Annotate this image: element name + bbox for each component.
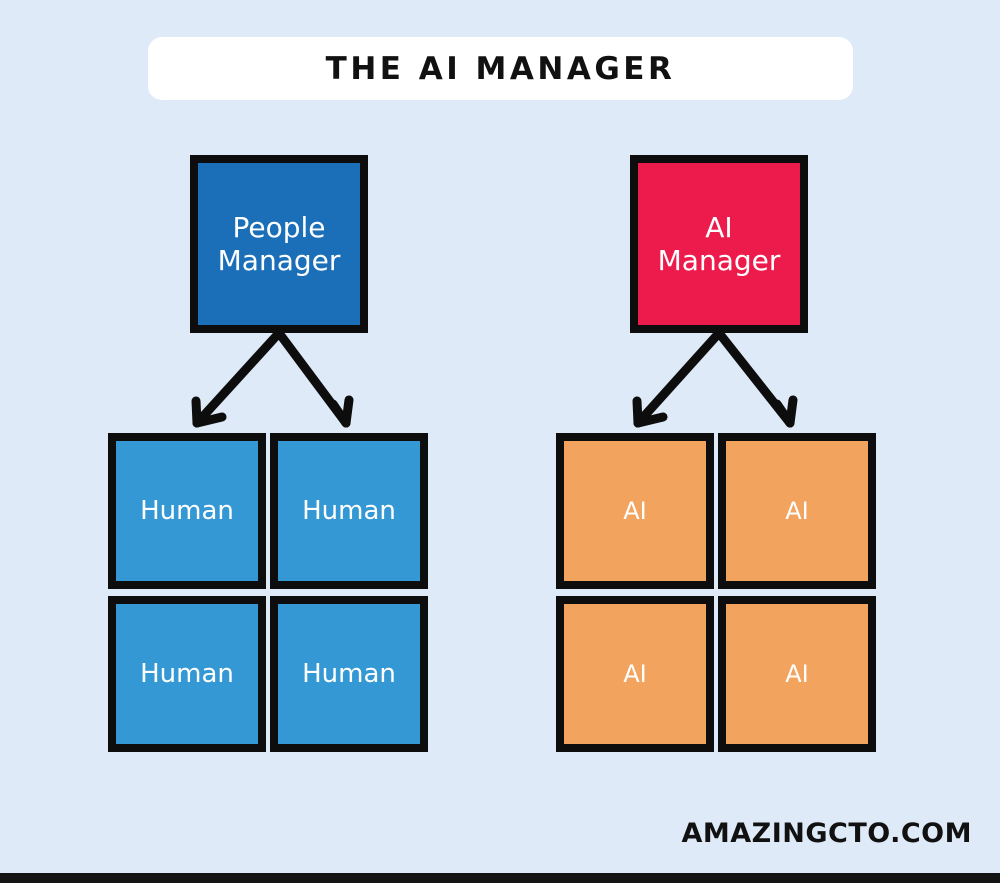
node-human-4-label: Human (302, 658, 396, 689)
node-human-3-label: Human (140, 658, 234, 689)
node-human-2-label: Human (302, 495, 396, 526)
node-ai-4[interactable]: AI (718, 596, 876, 752)
node-ai-4-label: AI (785, 659, 809, 688)
diagram-canvas: THE AI MANAGER People Manager Human Huma… (0, 0, 1000, 883)
page-title: THE AI MANAGER (325, 50, 676, 87)
arrow-people-manager-to-human-2 (274, 328, 354, 428)
arrow-people-manager-to-human-1 (191, 328, 284, 428)
node-human-3[interactable]: Human (108, 596, 266, 752)
node-ai-1-label: AI (623, 496, 647, 525)
node-ai-3-label: AI (623, 659, 647, 688)
node-ai-2-label: AI (785, 496, 809, 525)
node-people-manager[interactable]: People Manager (190, 155, 368, 333)
node-people-manager-label: People Manager (217, 210, 341, 277)
node-ai-3[interactable]: AI (556, 596, 714, 752)
arrow-ai-manager-to-ai-2 (714, 328, 798, 428)
node-ai-2[interactable]: AI (718, 433, 876, 589)
node-human-4[interactable]: Human (270, 596, 428, 752)
node-human-1[interactable]: Human (108, 433, 266, 589)
node-ai-manager[interactable]: AI Manager (630, 155, 808, 333)
node-ai-1[interactable]: AI (556, 433, 714, 589)
node-human-2[interactable]: Human (270, 433, 428, 589)
node-human-1-label: Human (140, 495, 234, 526)
node-ai-manager-label: AI Manager (657, 210, 781, 277)
footer-attribution: AMAZINGCTO.COM (681, 818, 972, 849)
arrow-ai-manager-to-ai-1 (632, 328, 724, 428)
bottom-bar (0, 873, 1000, 883)
title-card: THE AI MANAGER (148, 37, 853, 100)
